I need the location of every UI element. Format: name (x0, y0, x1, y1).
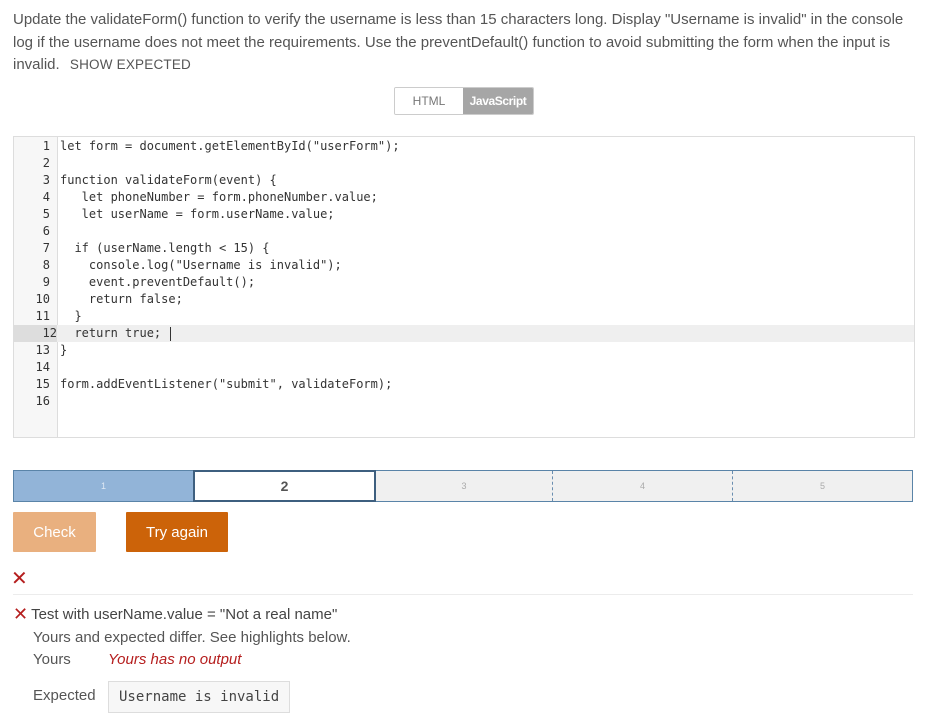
line-number: 15 (35, 377, 50, 391)
code-line[interactable]: 9 event.preventDefault(); (14, 274, 914, 291)
line-code[interactable]: event.preventDefault(); (60, 274, 255, 291)
code-line[interactable]: 2 (14, 155, 914, 172)
code-line[interactable]: 6 (14, 223, 914, 240)
text-cursor (170, 326, 172, 341)
try-again-button[interactable]: Try again (126, 512, 228, 552)
test-label: Test with userName.value = "Not a real n… (31, 605, 338, 623)
progress-step-4: 4 (553, 471, 733, 501)
code-line[interactable]: 1 let form = document.getElementById("use… (14, 138, 914, 155)
code-line[interactable]: 8 console.log("Username is invalid"); (14, 257, 914, 274)
fail-icon: ✕ (11, 568, 28, 590)
code-line[interactable]: 3 function validateForm(event) { (14, 172, 914, 189)
code-line[interactable]: 14 (14, 359, 914, 376)
divider (13, 594, 913, 595)
code-line[interactable]: 13} (14, 342, 914, 359)
code-line[interactable]: 15 form.addEventListener("submit", valida… (14, 376, 914, 393)
line-number: 13 (35, 343, 50, 357)
instructions: Update the validateForm() function to ve… (13, 9, 913, 77)
line-number: 7 (42, 241, 50, 255)
code-line[interactable]: 16 (14, 393, 914, 410)
line-number: 6 (42, 224, 50, 238)
code-line[interactable]: 4 let phoneNumber = form.phoneNumber.val… (14, 189, 914, 206)
code-line[interactable]: 11 } (14, 308, 914, 325)
expected-label: Expected (33, 687, 96, 704)
test-result-heading: ✕ Test with userName.value = "Not a real… (13, 604, 337, 624)
yours-output: Yours has no output (108, 651, 242, 668)
line-number: 5 (42, 207, 50, 221)
line-code[interactable]: return false; (60, 291, 183, 308)
line-code[interactable]: let form = document.getElementById("user… (60, 138, 400, 155)
language-toggle: HTML JavaScript (394, 87, 534, 115)
line-code[interactable]: let userName = form.userName.value; (60, 206, 335, 223)
line-code[interactable]: if (userName.length < 15) { (60, 240, 269, 257)
yours-label: Yours (33, 651, 71, 668)
expected-output: Username is invalid (108, 681, 291, 713)
line-number: 2 (42, 156, 50, 170)
test-fail-icon: ✕ (13, 604, 29, 624)
progress-step-5: 5 (733, 471, 912, 501)
line-code[interactable]: console.log("Username is invalid"); (60, 257, 342, 274)
tab-javascript[interactable]: JavaScript (463, 88, 533, 114)
line-code[interactable]: function validateForm(event) { (60, 172, 277, 189)
line-code[interactable]: return true; (60, 325, 172, 342)
line-number: 1 (42, 139, 50, 153)
level-progress-bar: 1 2 3 4 5 (13, 470, 913, 502)
check-button[interactable]: Check (13, 512, 96, 552)
line-number: 11 (35, 309, 50, 323)
code-line[interactable]: 10 return false; (14, 291, 914, 308)
line-code[interactable]: let phoneNumber = form.phoneNumber.value… (60, 189, 378, 206)
line-number: 14 (35, 360, 50, 374)
code-editor[interactable]: 1 let form = document.getElementById("use… (13, 136, 915, 438)
line-number: 4 (42, 190, 50, 204)
line-number: 3 (42, 173, 50, 187)
line-number: 9 (42, 275, 50, 289)
line-number: 10 (35, 292, 50, 306)
progress-step-3: 3 (376, 471, 553, 501)
line-code[interactable]: } (60, 342, 67, 359)
tab-html[interactable]: HTML (395, 88, 463, 114)
line-number: 16 (35, 394, 50, 408)
progress-step-1[interactable]: 1 (14, 471, 193, 501)
line-code[interactable]: } (60, 308, 81, 325)
show-expected-link[interactable]: SHOW EXPECTED (70, 57, 191, 72)
code-line[interactable]: 7 if (userName.length < 15) { (14, 240, 914, 257)
line-number: 8 (42, 258, 50, 272)
differ-message: Yours and expected differ. See highlight… (33, 629, 351, 646)
line-number: 12 (14, 325, 57, 342)
code-lines[interactable]: 1 let form = document.getElementById("use… (14, 138, 914, 410)
line-code[interactable]: form.addEventListener("submit", validate… (60, 376, 392, 393)
code-line[interactable]: 5 let userName = form.userName.value; (14, 206, 914, 223)
code-line[interactable]: 12 return true; (14, 325, 914, 342)
progress-step-2[interactable]: 2 (193, 470, 376, 502)
